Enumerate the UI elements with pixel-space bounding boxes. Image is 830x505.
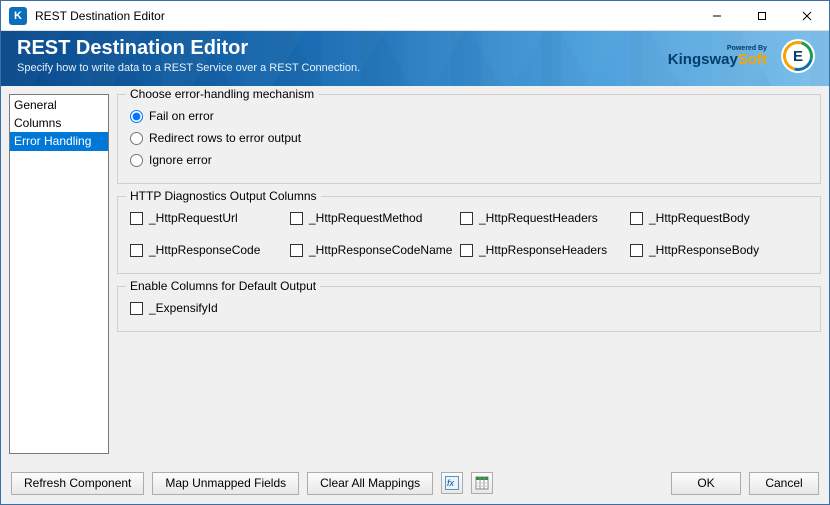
check-http-response-code-label: _HttpResponseCode — [149, 243, 260, 257]
default-output-group: Enable Columns for Default Output _Expen… — [117, 286, 821, 332]
check-http-request-headers-input[interactable] — [460, 212, 473, 225]
radio-ignore-error-label: Ignore error — [149, 153, 212, 167]
radio-redirect-rows[interactable]: Redirect rows to error output — [130, 127, 808, 149]
check-http-request-url-input[interactable] — [130, 212, 143, 225]
fx-icon: fx — [445, 476, 459, 490]
product-logo-icon: E — [781, 39, 815, 73]
logo-text-kingsway: Kingsway — [668, 51, 738, 68]
check-http-response-code-name[interactable]: _HttpResponseCodeName — [290, 239, 460, 261]
cancel-button[interactable]: Cancel — [749, 472, 819, 495]
content-panel: Choose error-handling mechanism Fail on … — [117, 94, 821, 454]
radio-fail-on-error[interactable]: Fail on error — [130, 105, 808, 127]
maximize-icon — [757, 11, 767, 21]
check-http-request-method-input[interactable] — [290, 212, 303, 225]
footer: Refresh Component Map Unmapped Fields Cl… — [1, 462, 829, 504]
http-diagnostics-group: HTTP Diagnostics Output Columns _HttpReq… — [117, 196, 821, 274]
error-handling-group: Choose error-handling mechanism Fail on … — [117, 94, 821, 184]
default-output-legend: Enable Columns for Default Output — [126, 279, 320, 293]
check-http-request-headers[interactable]: _HttpRequestHeaders — [460, 207, 630, 229]
check-http-response-code[interactable]: _HttpResponseCode — [130, 239, 290, 261]
radio-redirect-rows-label: Redirect rows to error output — [149, 131, 301, 145]
radio-ignore-error-input[interactable] — [130, 154, 143, 167]
sidebar-item-general[interactable]: General — [10, 96, 108, 114]
window-title: REST Destination Editor — [35, 9, 165, 23]
radio-redirect-rows-input[interactable] — [130, 132, 143, 145]
check-http-response-code-input[interactable] — [130, 244, 143, 257]
window-controls — [694, 1, 829, 30]
check-http-response-headers-input[interactable] — [460, 244, 473, 257]
sidebar: General Columns Error Handling — [9, 94, 109, 454]
sidebar-item-columns[interactable]: Columns — [10, 114, 108, 132]
check-http-response-code-name-label: _HttpResponseCodeName — [309, 243, 452, 257]
radio-fail-on-error-label: Fail on error — [149, 109, 214, 123]
minimize-button[interactable] — [694, 1, 739, 30]
check-expensify-id-label: _ExpensifyId — [149, 301, 218, 315]
check-http-response-body[interactable]: _HttpResponseBody — [630, 239, 800, 261]
svg-text:fx: fx — [447, 478, 455, 488]
minimize-icon — [712, 11, 722, 21]
titlebar: K REST Destination Editor — [1, 1, 829, 31]
check-http-response-code-name-input[interactable] — [290, 244, 303, 257]
kingswaysoft-logo: Powered By KingswaySoft — [668, 45, 767, 67]
check-http-response-headers[interactable]: _HttpResponseHeaders — [460, 239, 630, 261]
maximize-button[interactable] — [739, 1, 784, 30]
refresh-component-button[interactable]: Refresh Component — [11, 472, 144, 495]
sidebar-item-error-handling[interactable]: Error Handling — [10, 132, 108, 150]
check-expensify-id[interactable]: _ExpensifyId — [130, 297, 808, 319]
radio-fail-on-error-input[interactable] — [130, 110, 143, 123]
columns-icon-button[interactable] — [471, 472, 493, 494]
logo-e-letter: E — [793, 48, 803, 65]
check-http-request-url-label: _HttpRequestUrl — [149, 211, 238, 225]
ok-button[interactable]: OK — [671, 472, 741, 495]
close-button[interactable] — [784, 1, 829, 30]
http-diagnostics-legend: HTTP Diagnostics Output Columns — [126, 189, 321, 203]
check-http-request-body-input[interactable] — [630, 212, 643, 225]
clear-all-mappings-button[interactable]: Clear All Mappings — [307, 472, 433, 495]
radio-ignore-error[interactable]: Ignore error — [130, 149, 808, 171]
check-http-request-body[interactable]: _HttpRequestBody — [630, 207, 800, 229]
check-http-response-body-input[interactable] — [630, 244, 643, 257]
logo-text-soft: Soft — [738, 51, 767, 68]
check-http-response-body-label: _HttpResponseBody — [649, 243, 759, 257]
banner: REST Destination Editor Specify how to w… — [1, 31, 829, 86]
map-unmapped-fields-button[interactable]: Map Unmapped Fields — [152, 472, 299, 495]
check-expensify-id-input[interactable] — [130, 302, 143, 315]
columns-icon — [475, 476, 489, 490]
check-http-request-body-label: _HttpRequestBody — [649, 211, 750, 225]
check-http-response-headers-label: _HttpResponseHeaders — [479, 243, 607, 257]
check-http-request-method-label: _HttpRequestMethod — [309, 211, 422, 225]
expression-icon-button[interactable]: fx — [441, 472, 463, 494]
app-icon: K — [9, 7, 27, 25]
check-http-request-method[interactable]: _HttpRequestMethod — [290, 207, 460, 229]
main-area: General Columns Error Handling Choose er… — [1, 86, 829, 462]
close-icon — [802, 11, 812, 21]
check-http-request-headers-label: _HttpRequestHeaders — [479, 211, 598, 225]
check-http-request-url[interactable]: _HttpRequestUrl — [130, 207, 290, 229]
error-handling-legend: Choose error-handling mechanism — [126, 87, 318, 101]
